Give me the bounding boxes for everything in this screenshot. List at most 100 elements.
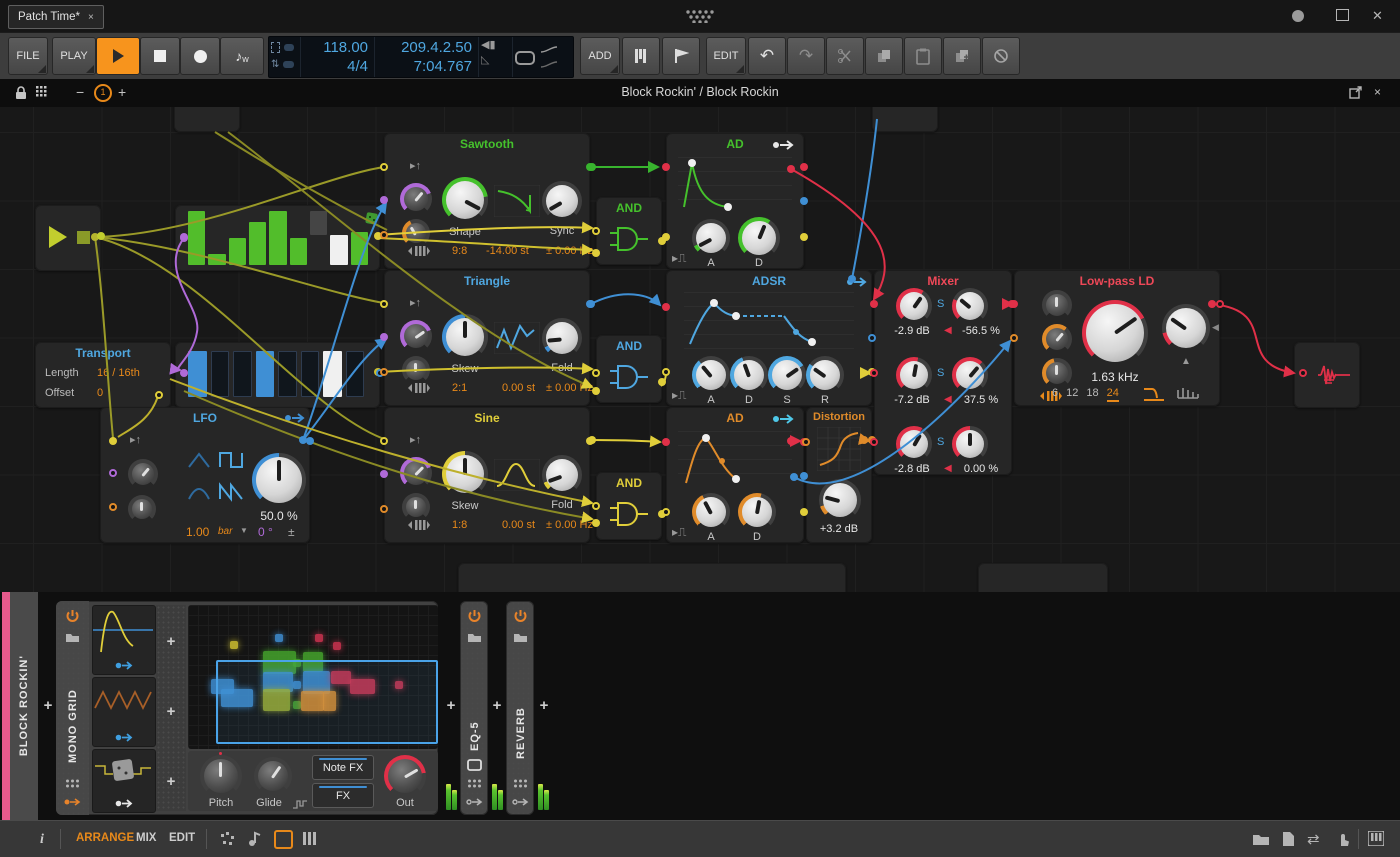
lfo-wave-saw-icon[interactable] — [218, 481, 244, 503]
touch-icon[interactable] — [1336, 831, 1350, 847]
pitch-step[interactable] — [351, 232, 368, 265]
tab-close-icon[interactable]: × — [88, 12, 94, 23]
triangle-fold-mod-port[interactable] — [380, 368, 388, 376]
module-ad-2[interactable]: AD A D ▸⎍ — [666, 407, 804, 543]
track-header[interactable]: BLOCK ROCKIN' — [10, 592, 38, 820]
sawtooth-fine[interactable]: ± 0.00 Hz — [546, 245, 593, 257]
mixer-in-port-1[interactable] — [870, 300, 878, 308]
keytrack-icon[interactable] — [408, 245, 430, 257]
sine-out-port[interactable] — [586, 437, 594, 445]
sine-fold-mod-knob[interactable] — [402, 493, 430, 521]
lfo-rate-unit[interactable]: bar — [218, 526, 232, 537]
gate-step[interactable] — [188, 351, 207, 397]
gate-step[interactable] — [233, 351, 252, 397]
and3-in1-port[interactable] — [592, 502, 600, 510]
module-adsr[interactable]: ADSR A D S R ▸⎍ — [666, 270, 872, 406]
play-menu-button[interactable]: PLAY — [52, 37, 96, 75]
sine-pitch-port[interactable] — [380, 437, 388, 445]
power-icon[interactable] — [467, 609, 482, 624]
signal-flow-icon[interactable] — [512, 797, 530, 807]
chevron-down-icon[interactable]: ▼ — [240, 526, 248, 535]
mixer-gain-knob-3[interactable] — [896, 426, 932, 462]
gate-step[interactable] — [256, 351, 275, 397]
adsr-release-knob[interactable] — [806, 356, 844, 394]
ad1-attack-knob[interactable] — [692, 219, 730, 257]
mono-grid-header[interactable]: MONO GRID — [56, 601, 89, 815]
view-arrange[interactable]: ARRANGE — [76, 832, 134, 844]
pitch-step[interactable] — [269, 211, 286, 265]
close-icon[interactable]: ✕ — [1372, 8, 1383, 24]
editor-close-icon[interactable]: × — [1374, 85, 1381, 99]
overdub-button[interactable]: ♪w — [220, 37, 264, 75]
browser-folder-icon[interactable] — [1252, 833, 1270, 846]
position-section[interactable]: 209.4.2.50 7:04.767 — [375, 37, 479, 77]
module-transport[interactable]: Transport Length 16 / 16th Offset 0 — [35, 342, 171, 408]
pitch-step[interactable] — [229, 238, 246, 265]
module-gate-steps[interactable]: T — [175, 342, 380, 408]
module-lfo[interactable]: LFO ▸↑ 50.0 % 1.00 bar ▼ 0 ° ± — [100, 407, 310, 543]
mixer-pan-knob-2[interactable] — [952, 357, 988, 393]
popout-icon[interactable] — [1349, 86, 1362, 99]
lfo-phase-value[interactable]: 0 ° — [258, 525, 273, 539]
out-knob[interactable] — [384, 755, 426, 797]
sawtooth-semitones[interactable]: -14.00 st — [486, 245, 529, 257]
ad2-attack-knob[interactable] — [692, 493, 730, 531]
module-sine[interactable]: Sine ▸↑ Skew Fold 1:8 0.00 st ± 0.00 Hz — [384, 407, 590, 543]
audio-out-in-port[interactable] — [1299, 369, 1307, 377]
sawtooth-out-port[interactable] — [586, 163, 594, 171]
io-routing-icon[interactable]: ⇄ — [1307, 830, 1320, 848]
file-button[interactable]: FILE — [8, 37, 48, 75]
sawtooth-shape-mod-port[interactable] — [380, 196, 388, 204]
and2-out-port[interactable] — [658, 378, 666, 386]
ad1-mod-in-port[interactable] — [662, 233, 670, 241]
project-tab[interactable]: Patch Time* × — [8, 5, 104, 29]
mixer-solo-2[interactable]: S — [937, 367, 944, 379]
punch-section[interactable]: ◀▮ ◺ — [479, 37, 513, 77]
fold-knob[interactable] — [542, 318, 582, 358]
module-and-1[interactable]: AND — [596, 197, 662, 265]
mixer-gain-knob-2[interactable] — [896, 357, 932, 393]
grid-canvas[interactable]: Transport Length 16 / 16th Offset 0 T LF… — [0, 107, 1400, 592]
add-modulator-3[interactable]: + — [163, 773, 179, 790]
grid-minimap[interactable] — [188, 605, 438, 749]
shape-knob[interactable] — [442, 177, 488, 223]
triangle-ratio[interactable]: 2:1 — [452, 382, 467, 394]
slope-12[interactable]: 12 — [1066, 387, 1078, 402]
triangle-semitones[interactable]: 0.00 st — [502, 382, 535, 394]
sawtooth-sync-mod-knob[interactable] — [402, 219, 430, 247]
sine-fold-mod-port[interactable] — [380, 505, 388, 513]
time-value[interactable]: 7:04.767 — [377, 57, 472, 76]
skew-knob[interactable] — [442, 314, 488, 360]
modulator-slot-3[interactable] — [92, 749, 156, 813]
note-editor-icon[interactable] — [248, 831, 262, 847]
cutoff-knob[interactable] — [1082, 300, 1148, 366]
copy-button[interactable] — [865, 37, 903, 75]
slope-18[interactable]: 18 — [1086, 387, 1098, 402]
adsr-eoc-port[interactable] — [868, 334, 876, 342]
offset-value[interactable]: 0 — [97, 387, 103, 399]
remote-controls-icon[interactable] — [467, 779, 482, 791]
gate-steps-cells[interactable] — [188, 351, 364, 397]
ad2-decay-knob[interactable] — [738, 493, 776, 531]
ad2-eoc-port[interactable] — [800, 472, 808, 480]
resonance-knob[interactable] — [1162, 304, 1210, 352]
and1-in1-port[interactable] — [592, 227, 600, 235]
mixer-panel-icon[interactable] — [302, 831, 316, 846]
filter-shape-lowpass-icon[interactable] — [1142, 386, 1166, 402]
module-and-3[interactable]: AND — [596, 472, 662, 540]
cutoff-value[interactable]: 1.63 kHz — [1078, 370, 1152, 384]
lfo-phase-knob[interactable] — [128, 459, 158, 489]
pitch-step[interactable] — [330, 235, 347, 265]
mixer-pan-value-1[interactable]: -56.5 % — [952, 325, 1010, 337]
module-lowpass[interactable]: Low-pass LD 1.63 kHz ◀ ▲ 6 12 18 24 — [1014, 270, 1220, 406]
mute-speaker-icon[interactable]: ◀ — [944, 394, 952, 405]
module-audio-out[interactable] — [1294, 342, 1360, 408]
triangle-skew-mod-port[interactable] — [380, 333, 388, 341]
mixer-gain-value-1[interactable]: -2.9 dB — [880, 325, 944, 337]
fx-button[interactable]: FX — [312, 783, 374, 808]
mixer-in-port-2[interactable] — [870, 369, 878, 377]
gate-step[interactable] — [278, 351, 297, 397]
ad2-gate-in-port[interactable] — [662, 438, 670, 446]
lfo-amount-value[interactable]: 50.0 % — [248, 509, 310, 523]
glide-knob[interactable] — [254, 757, 292, 795]
